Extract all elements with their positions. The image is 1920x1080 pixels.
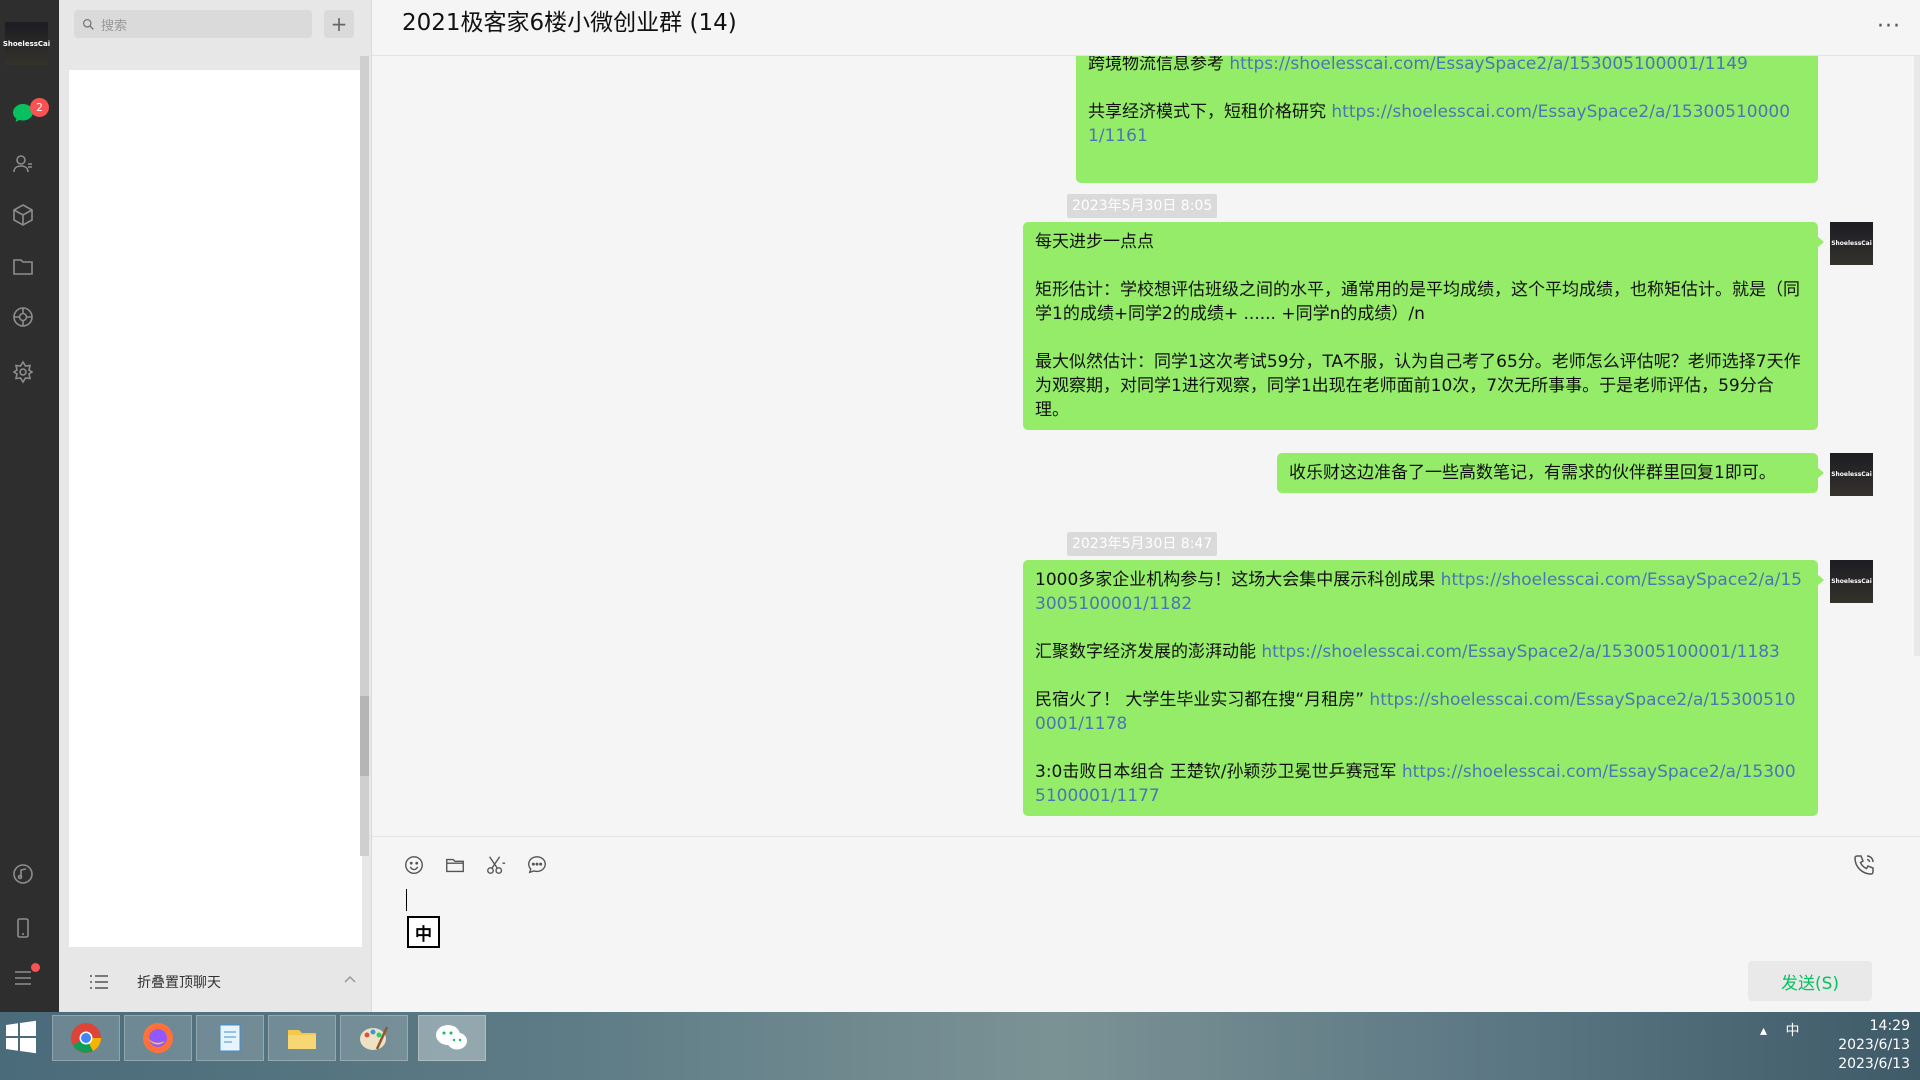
files-icon[interactable] [9,252,37,280]
chat-list[interactable] [69,70,362,947]
tray-ime-indicator[interactable]: 中 [1785,1023,1799,1039]
user-avatar[interactable]: ShoelessCai [3,22,50,65]
message-paragraph: 收乐财这边准备了一些高数笔记，有需求的伙伴群里回复1即可。 [1289,461,1806,485]
message-link[interactable]: https://shoelesscai.com/EssaySpace2/a/15… [1229,56,1747,74]
message-bubble[interactable]: 收乐财这边准备了一些高数笔记，有需求的伙伴群里回复1即可。 [1277,453,1824,493]
message-text: 民宿火了！ 大学生毕业实习都在搜“月租房” [1035,690,1370,710]
favorites-icon[interactable] [9,201,37,229]
message-list[interactable]: 跨境物流信息参考 https://shoelesscai.com/EssaySp… [372,56,1920,836]
message-text: 共享经济模式下，短租价格研究 [1088,102,1332,122]
file-explorer-icon[interactable] [268,1015,336,1061]
message-text: 每天进步一点点 [1035,232,1154,252]
tray-expand-icon[interactable]: ▴ [1760,1023,1767,1039]
folder-icon[interactable] [443,853,467,877]
sender-avatar[interactable]: ShoelessCai [1830,453,1873,496]
chat-list-pane: 搜索 + 折叠置顶聊天 [59,0,372,1012]
contacts-icon[interactable] [9,150,37,178]
message-paragraph: 汇聚数字经济发展的澎湃动能 https://shoelesscai.com/Es… [1035,640,1806,664]
moments-icon[interactable] [9,303,37,331]
paint-icon[interactable] [340,1015,408,1061]
chat-title: 2021极客家6楼小微创业群 (14) [402,10,737,36]
message-text: 收乐财这边准备了一些高数笔记，有需求的伙伴群里回复1即可。 [1289,463,1776,483]
unread-badge: 2 [30,98,49,117]
notification-dot [31,963,40,972]
message-paragraph: 民宿火了！ 大学生毕业实习都在搜“月租房” https://shoelessca… [1035,688,1806,736]
emoji-icon[interactable] [402,853,426,877]
chat-window: 2021极客家6楼小微创业群 (14) ··· 跨境物流信息参考 https:/… [372,0,1920,1012]
clock-date-repeat: 2023/6/13 [1838,1056,1910,1072]
chrome-icon[interactable] [52,1015,120,1061]
wechat-icon[interactable] [418,1015,486,1061]
chat-header: 2021极客家6楼小微创业群 (14) ··· [372,0,1920,56]
chat-scrollbar[interactable] [1914,56,1920,656]
voice-call-icon[interactable] [1852,853,1876,877]
scroll-thumb[interactable] [360,696,369,776]
phone-icon[interactable] [9,914,37,942]
list-icon [90,975,108,989]
message-paragraph: 1000多家企业机构参与！这场大会集中展示科创成果 https://shoele… [1035,568,1806,616]
message-paragraph: 3:0击败日本组合 王楚钦/孙颖莎卫冕世乒赛冠军 https://shoeles… [1035,760,1806,808]
clock-time: 14:29 [1869,1018,1910,1034]
input-toolbar [402,853,549,877]
sender-avatar[interactable]: ShoelessCai [1830,222,1873,265]
message-text: 矩形估计：学校想评估班级之间的水平，通常用的是平均成绩，这个平均成绩，也称矩估计… [1035,280,1800,324]
system-clock[interactable]: 14:29 2023/6/13 2023/6/13 [1810,1017,1910,1074]
message-link[interactable]: https://shoelesscai.com/EssaySpace2/a/15… [1261,642,1779,662]
fold-label: 折叠置顶聊天 [137,975,221,991]
sender-avatar[interactable]: ShoelessCai [1830,560,1873,603]
windows-start-icon[interactable] [4,1020,38,1054]
message-paragraph: 矩形估计：学校想评估班级之间的水平，通常用的是平均成绩，这个平均成绩，也称矩估计… [1035,278,1806,326]
message-paragraph: 最大似然估计：同学1这次考试59分，TA不服，认为自己考了65分。老师怎么评估呢… [1035,350,1806,422]
scissors-icon[interactable] [484,853,508,877]
search-placeholder: 搜索 [101,18,128,34]
miniprogram-icon[interactable] [9,358,37,386]
add-chat-button[interactable]: + [324,10,354,38]
fold-pinned-chats[interactable]: 折叠置顶聊天 [59,952,372,1012]
message-bubble[interactable]: 每天进步一点点 矩形估计：学校想评估班级之间的水平，通常用的是平均成绩，这个平均… [1023,222,1824,430]
message-bubble[interactable]: 1000多家企业机构参与！这场大会集中展示科创成果 https://shoele… [1023,560,1824,816]
message-text: 汇聚数字经济发展的澎湃动能 [1035,642,1262,662]
send-button[interactable]: 发送(S) [1748,961,1872,1001]
message-paragraph: 每天进步一点点 [1035,230,1806,254]
search-icon [82,18,94,30]
chat-list-scrollbar[interactable] [360,56,369,856]
message-bubble[interactable]: 跨境物流信息参考 https://shoelesscai.com/EssaySp… [1076,56,1818,183]
clock-date: 2023/6/13 [1838,1037,1910,1053]
ime-indicator: 中 [407,916,440,948]
search-input[interactable]: 搜索 [74,10,312,38]
taskbar: ▴ 中 14:29 2023/6/13 2023/6/13 [0,1012,1920,1080]
music-icon[interactable] [9,860,37,888]
message-input-area[interactable]: 中 发送(S) [372,836,1920,1012]
firefox-icon[interactable] [124,1015,192,1061]
message-timestamp: 2023年5月30日 8:05 [1067,194,1218,218]
message-text: 跨境物流信息参考 [1088,56,1230,74]
message-paragraph: 跨境物流信息参考 https://shoelesscai.com/EssaySp… [1088,56,1806,76]
message-text: 最大似然估计：同学1这次考试59分，TA不服，认为自己考了65分。老师怎么评估呢… [1035,352,1801,420]
more-options-button[interactable]: ··· [1877,14,1901,39]
message-timestamp: 2023年5月30日 8:47 [1067,532,1218,556]
message-text: 3:0击败日本组合 王楚钦/孙颖莎卫冕世乒赛冠军 [1035,762,1402,782]
message-paragraph: 共享经济模式下，短租价格研究 https://shoelesscai.com/E… [1088,100,1806,148]
text-caret [406,889,407,911]
message-text: 1000多家企业机构参与！这场大会集中展示科创成果 [1035,570,1441,590]
chevron-up-icon [344,975,356,983]
nav-rail: ShoelessCai 2 [0,0,59,1012]
system-tray: ▴ 中 [1760,1020,1799,1040]
notepad-icon[interactable] [196,1015,264,1061]
chat-history-icon[interactable] [525,853,549,877]
